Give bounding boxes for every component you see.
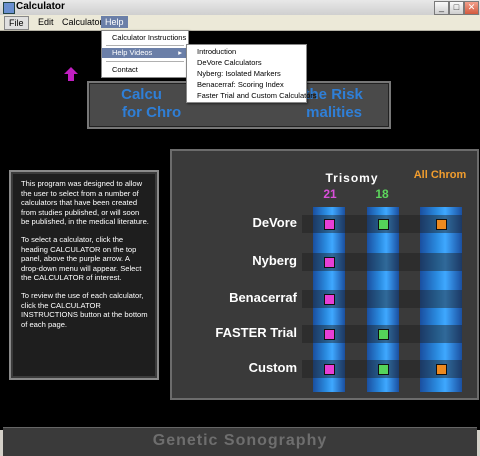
calculator-button-c21[interactable] bbox=[324, 294, 335, 305]
menu-file[interactable]: File bbox=[4, 16, 29, 30]
info-paragraph: This program was designed to allow the u… bbox=[21, 179, 149, 227]
help-videos-submenu: Introduction DeVore Calculators Nyberg: … bbox=[186, 44, 317, 103]
submenu-item-faster-custom[interactable]: Faster Trial and Custom Calculators bbox=[187, 91, 317, 100]
calculator-button-c21[interactable] bbox=[324, 219, 335, 230]
calculator-button-c21[interactable] bbox=[324, 329, 335, 340]
grid-row-label[interactable]: DeVore bbox=[252, 215, 297, 230]
menu-item-calculator-instructions[interactable]: Calculator Instructions bbox=[102, 33, 188, 43]
menu-item-contact[interactable]: Contact bbox=[102, 65, 188, 75]
calculator-button-c21[interactable] bbox=[324, 257, 335, 268]
header-all-chrom: All Chrom bbox=[413, 169, 467, 181]
footer-banner: Genetic Sonography bbox=[3, 427, 477, 456]
window-title: Calculator bbox=[16, 1, 65, 12]
footer-text: Genetic Sonography bbox=[152, 432, 328, 449]
info-panel: This program was designed to allow the u… bbox=[9, 170, 159, 380]
help-dropdown: Calculator Instructions Help Videos ▸ Co… bbox=[101, 30, 189, 78]
menu-edit[interactable]: Edit bbox=[34, 16, 58, 28]
menu-help[interactable]: Help bbox=[101, 16, 128, 28]
calculator-button-all[interactable] bbox=[436, 364, 447, 375]
menu-calculator[interactable]: Calculator bbox=[58, 16, 107, 28]
menu-separator bbox=[106, 45, 184, 46]
calculator-button-c18[interactable] bbox=[378, 329, 389, 340]
header-18: 18 bbox=[375, 187, 389, 201]
header-trisomy: Trisomy bbox=[325, 171, 379, 185]
close-button[interactable]: ✕ bbox=[464, 1, 479, 15]
submenu-item-devore[interactable]: DeVore Calculators bbox=[187, 58, 262, 67]
submenu-item-introduction[interactable]: Introduction bbox=[187, 47, 236, 56]
submenu-item-nyberg[interactable]: Nyberg: Isolated Markers bbox=[187, 69, 281, 78]
submenu-arrow-icon: ▸ bbox=[178, 48, 182, 57]
maximize-button[interactable]: □ bbox=[449, 1, 464, 15]
grid-row-label[interactable]: FASTER Trial bbox=[215, 325, 297, 340]
calculator-button-c21[interactable] bbox=[324, 364, 335, 375]
calculator-button-c18[interactable] bbox=[378, 219, 389, 230]
info-paragraph: To review the use of each calculator, cl… bbox=[21, 290, 148, 329]
menu-bar: File Edit Calculator Help bbox=[0, 15, 480, 31]
purple-arrow-icon bbox=[64, 67, 78, 81]
calculator-grid: Trisomy 21 18 All Chrom DeVore Nyberg Bena… bbox=[170, 149, 479, 400]
title-bar: Calculator _ □ ✕ bbox=[0, 0, 480, 16]
grid-row-label[interactable]: Benacerraf bbox=[229, 290, 297, 305]
info-paragraph: To select a calculator, click the headin… bbox=[21, 234, 142, 283]
minimize-button[interactable]: _ bbox=[434, 1, 449, 15]
calculator-button-c18[interactable] bbox=[378, 364, 389, 375]
submenu-item-benacerraf[interactable]: Benacerraf: Scoring Index bbox=[187, 80, 284, 89]
app-icon bbox=[3, 2, 15, 14]
grid-row-label[interactable]: Nyberg bbox=[252, 253, 297, 268]
menu-separator bbox=[106, 61, 184, 62]
calculator-button-all[interactable] bbox=[436, 219, 447, 230]
menu-item-help-videos[interactable]: Help Videos ▸ bbox=[102, 48, 188, 58]
grid-row-label[interactable]: Custom bbox=[249, 360, 297, 375]
header-21: 21 bbox=[323, 187, 337, 201]
